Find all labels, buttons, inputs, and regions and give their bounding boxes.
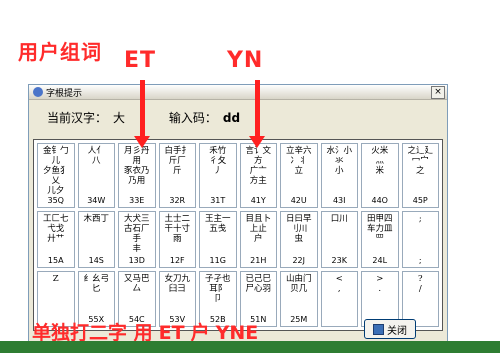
key-cell: 山由门 贝几 25M — [280, 270, 318, 327]
key-radicals: 水氵小 氺 小 — [326, 146, 352, 176]
title-bar[interactable]: 字根提示 × — [29, 85, 447, 100]
window-title: 字根提示 — [46, 88, 83, 99]
key-code: 45P — [412, 196, 428, 205]
key-radicals: 言讠文方 广亠 方主 — [245, 146, 271, 186]
key-cell: 木西丁 14S — [77, 211, 115, 268]
key-cell: 禾竹 彳夂 丿 31T — [199, 143, 237, 208]
app-icon — [33, 87, 43, 97]
key-code: 25M — [290, 315, 308, 324]
key-code: 15A — [47, 255, 64, 265]
key-radicals: 工匚七 弋戈 廾艹 — [42, 214, 69, 244]
key-code: 31T — [210, 196, 226, 205]
key-radicals: 日曰早 刂川 虫 — [285, 214, 312, 244]
key-code: 24L — [372, 255, 388, 265]
key-cell: 口川 23K — [320, 211, 358, 268]
key-code: ; — [418, 255, 422, 265]
hanzi-value: 大 — [113, 111, 126, 125]
key-cell: 日曰早 刂川 虫 22J — [280, 211, 318, 268]
key-grid: 金钅勹儿 夕鱼犭乂 儿夕 35Q 人亻 八 34W 月彡丹用 豕衣乃 乃用 33E 白手扌 … — [33, 139, 443, 331]
key-radicals: 又马巴 厶 — [123, 273, 150, 294]
key-radicals: 子孑也 耳阝 卩 — [204, 273, 231, 304]
radical-hint-dialog: 字根提示 × 当前汉字：大 输入码： dd 金钅勹儿 夕鱼犭乂 儿夕 35Q 人亻 八… — [28, 84, 448, 353]
key-radicals: < , — [335, 273, 343, 294]
key-radicals: 田甲四 车力皿 罒 — [366, 214, 393, 244]
key-code: 32R — [169, 196, 186, 205]
key-cell: 金钅勹儿 夕鱼犭乂 儿夕 35Q — [37, 143, 75, 208]
key-cell: 工匚七 弋戈 廾艹 15A — [37, 211, 75, 268]
key-cell: 土士二 干十寸 雨 12F — [158, 211, 196, 268]
key-cell: ;; — [401, 211, 439, 268]
key-radicals: > . — [376, 273, 384, 294]
bianma-label: 输入码： — [168, 111, 217, 125]
key-code: 12F — [169, 255, 185, 265]
key-radicals: 已己巳 尸心羽 — [245, 273, 271, 294]
hanzi-label: 当前汉字： — [47, 111, 108, 125]
key-radicals: 之辶廴 冖宀 之 — [407, 146, 433, 176]
key-radicals: 立辛六 冫丬 立 — [285, 146, 312, 176]
key-code: 23K — [331, 255, 347, 265]
key-code: 42U — [290, 196, 307, 205]
key-cell: 目且卜 上止 户 21H — [239, 211, 277, 268]
arrow-et — [134, 80, 150, 148]
key-code: 14S — [88, 255, 104, 265]
key-radicals: 木西丁 — [83, 214, 109, 224]
annotation-et: ET — [124, 48, 157, 73]
key-code: 21H — [250, 255, 267, 265]
key-radicals: 土士二 干十寸 雨 — [164, 214, 190, 244]
key-radicals: 月彡丹用 豕衣乃 乃用 — [123, 146, 150, 186]
key-code: 41Y — [250, 196, 266, 205]
key-cell: < , — [320, 270, 358, 327]
key-cell: 月彡丹用 豕衣乃 乃用 33E — [118, 143, 156, 208]
key-radicals: 金钅勹儿 夕鱼犭乂 儿夕 — [42, 146, 69, 196]
key-radicals: 白手扌 斤厂 斤 — [164, 146, 190, 176]
arrow-yn — [249, 80, 265, 148]
key-code: 34W — [87, 196, 106, 205]
key-code: 44O — [371, 196, 388, 205]
key-code: 43I — [332, 196, 346, 205]
key-radicals: 口川 — [330, 214, 348, 224]
key-code: 13D — [128, 255, 145, 265]
info-row: 当前汉字： 大 输入码： dd — [47, 109, 246, 126]
key-code: 35Q — [47, 196, 64, 205]
close-button[interactable]: 关闭 — [364, 319, 416, 339]
close-icon[interactable]: × — [431, 85, 445, 99]
key-code: 22J — [292, 255, 306, 265]
key-radicals: Z — [52, 273, 59, 284]
key-cell: 水氵小 氺 小 43I — [320, 143, 358, 208]
key-cell: 火米 灬 米 44O — [361, 143, 399, 208]
key-radicals: 山由门 贝几 — [285, 273, 312, 294]
key-radicals: 人亻 八 — [87, 146, 105, 166]
key-cell: 人亻 八 34W — [77, 143, 115, 208]
key-cell: 王主一 五戋 11G — [199, 211, 237, 268]
key-radicals: ; — [418, 214, 422, 224]
key-radicals: 王主一 五戋 — [204, 214, 231, 234]
key-radicals: 目且卜 上止 户 — [245, 214, 271, 244]
taskbar — [0, 341, 500, 353]
annotation-yn: YN — [227, 48, 264, 73]
annotation-top-label: 用户组词 — [18, 40, 102, 64]
key-radicals: ? / — [417, 273, 423, 294]
key-radicals: 火米 灬 米 — [371, 146, 389, 176]
key-cell: 白手扌 斤厂 斤 32R — [158, 143, 196, 208]
key-code: 33E — [129, 196, 145, 205]
key-cell: 言讠文方 广亠 方主 41Y — [239, 143, 277, 208]
key-radicals: 禾竹 彳夂 丿 — [209, 146, 227, 176]
close-button-label: 关闭 — [387, 325, 407, 337]
key-code: 11G — [209, 255, 226, 265]
key-radicals: 纟幺弓 匕 — [83, 273, 109, 294]
key-radicals: 大犬三 古石厂 手 丰 — [123, 214, 150, 254]
key-cell: 田甲四 车力皿 罒 24L — [361, 211, 399, 268]
key-cell: 大犬三 古石厂 手 丰 13D — [118, 211, 156, 268]
bianma-value: dd — [222, 111, 241, 125]
key-radicals: 女刀九 臼彐 — [164, 273, 190, 294]
key-cell: 立辛六 冫丬 立 42U — [280, 143, 318, 208]
exit-icon — [373, 323, 384, 335]
key-cell: 之辶廴 冖宀 之 45P — [401, 143, 439, 208]
